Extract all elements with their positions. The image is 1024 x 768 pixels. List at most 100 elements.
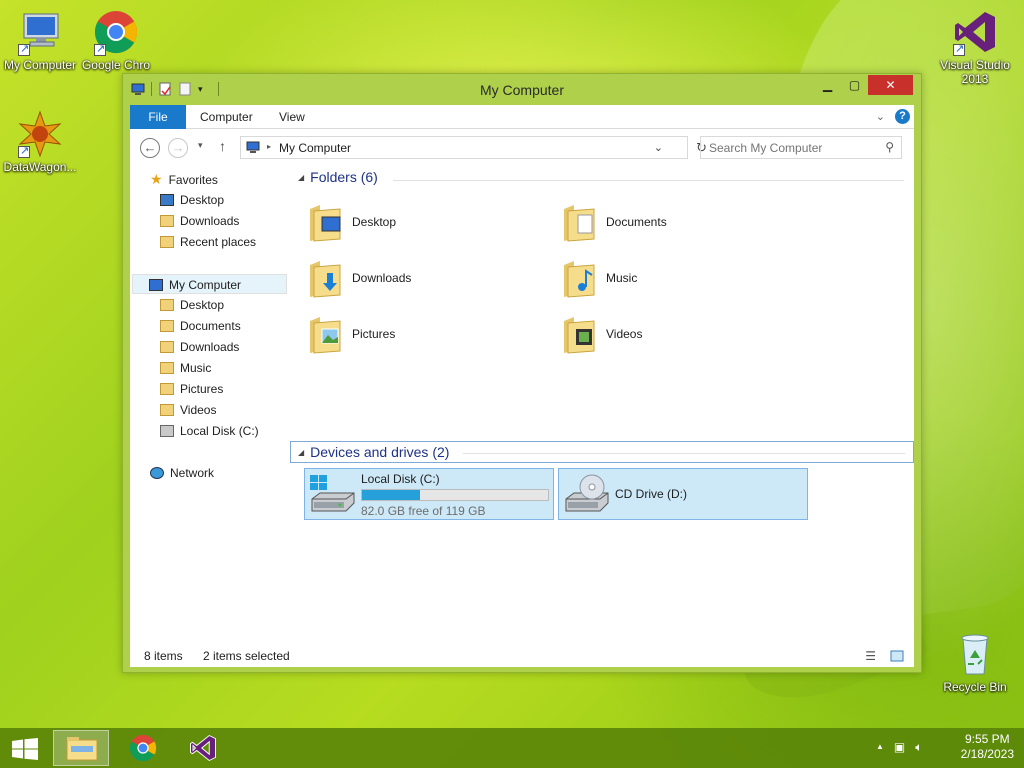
- nav-computer-local-disk[interactable]: Local Disk (C:): [160, 421, 259, 441]
- drive-free-space: 82.0 GB free of 119 GB: [361, 504, 486, 518]
- folder-tile-videos[interactable]: Videos: [554, 309, 804, 359]
- tab-file[interactable]: File: [130, 105, 186, 129]
- large-icons-view-icon[interactable]: [890, 650, 904, 665]
- nav-computer-videos[interactable]: Videos: [160, 400, 216, 420]
- visual-studio-icon: [951, 8, 999, 56]
- desktop-icon-label: DataWagon...: [3, 160, 77, 174]
- desktop-icon-label: Visual Studio 2013: [940, 58, 1010, 86]
- drive-tile-local-disk-c[interactable]: Local Disk (C:) 82.0 GB free of 119 GB: [304, 468, 554, 520]
- network-icon: [150, 467, 164, 479]
- computer-icon: [16, 8, 64, 56]
- drive-name: Local Disk (C:): [361, 472, 440, 486]
- computer-small-icon: [149, 279, 163, 291]
- taskbar-file-explorer[interactable]: [53, 730, 109, 766]
- content-area: ★ Favorites Desktop Downloads Recent plac…: [130, 167, 914, 645]
- desktop-icon-recycle-bin[interactable]: Recycle Bin: [935, 630, 1015, 694]
- nav-favorites-recent-places[interactable]: Recent places: [160, 232, 256, 252]
- music-folder-icon: [564, 261, 595, 298]
- maximize-button[interactable]: ▢: [841, 75, 868, 95]
- show-hidden-icons-chevron-icon[interactable]: ▲: [876, 740, 884, 755]
- start-button[interactable]: [0, 730, 50, 766]
- windows-drive-icon: [310, 475, 355, 512]
- visual-studio-icon: [190, 734, 216, 762]
- nav-computer-pictures[interactable]: Pictures: [160, 379, 223, 399]
- window-title: My Computer: [479, 82, 565, 98]
- folder-tile-documents[interactable]: Documents: [554, 197, 804, 247]
- address-text: My Computer: [279, 141, 352, 155]
- downloads-folder-icon: [310, 261, 341, 298]
- desktop-icon-label: Google Chro: [81, 58, 151, 72]
- desktop-small-icon: [160, 194, 174, 206]
- nav-favorites-desktop[interactable]: Desktop: [160, 190, 224, 210]
- folder-tile-downloads[interactable]: Downloads: [300, 253, 550, 303]
- volume-icon[interactable]: 🔈︎: [915, 740, 922, 755]
- window-controls: ▁ ▢ ✕: [814, 75, 913, 95]
- nav-computer-music[interactable]: Music: [160, 358, 211, 378]
- collapse-triangle-icon[interactable]: ◢: [298, 443, 304, 463]
- drive-tile-cd-drive-d[interactable]: CD Drive (D:): [558, 468, 808, 520]
- desktop-icon-google-chrome[interactable]: Google Chro: [76, 8, 156, 72]
- clock[interactable]: 9:55 PM 2/18/2023: [961, 732, 1014, 762]
- desktop-icon-label: My Computer: [3, 58, 77, 72]
- folder-tile-pictures[interactable]: Pictures: [300, 309, 550, 359]
- search-box[interactable]: ⚲: [700, 136, 902, 159]
- expand-ribbon-chevron-icon[interactable]: ⌄: [876, 110, 885, 123]
- details-view-icon[interactable]: ☰: [865, 649, 876, 663]
- nav-computer-downloads[interactable]: Downloads: [160, 337, 239, 357]
- folder-tile-music[interactable]: Music: [554, 253, 804, 303]
- downloads-small-icon: [160, 215, 174, 227]
- taskbar: ▲ ▣ 🔈︎ 9:55 PM 2/18/2023: [0, 728, 1024, 768]
- drive-usage-bar: [361, 489, 549, 501]
- taskbar-visual-studio[interactable]: [176, 730, 232, 766]
- desktop-icon-my-computer[interactable]: My Computer: [0, 8, 80, 72]
- pictures-folder-icon: [310, 317, 341, 354]
- nav-my-computer[interactable]: My Computer: [132, 274, 287, 294]
- title-bar[interactable]: ▾ My Computer ▁ ▢ ✕: [123, 74, 921, 104]
- drive-usage-fill: [362, 490, 420, 500]
- folders-group-header[interactable]: ◢ Folders (6): [298, 169, 912, 191]
- explorer-window[interactable]: ▾ My Computer ▁ ▢ ✕ File Computer View ⌄…: [122, 73, 922, 673]
- help-icon[interactable]: ?: [895, 109, 910, 124]
- desktop-icon-datawagon[interactable]: DataWagon...: [0, 110, 80, 174]
- breadcrumb-separator-icon[interactable]: ▸: [267, 142, 271, 151]
- tab-view[interactable]: View: [279, 105, 305, 129]
- minimize-button[interactable]: ▁: [814, 75, 841, 95]
- folder-tile-desktop[interactable]: Desktop: [300, 197, 550, 247]
- network-status-icon[interactable]: ▣: [894, 740, 905, 755]
- ribbon-tabs: File Computer View ⌄ ?: [130, 105, 914, 129]
- forward-button[interactable]: →: [168, 138, 188, 158]
- status-item-count: 8 items: [144, 649, 183, 663]
- nav-computer-desktop[interactable]: Desktop: [160, 295, 224, 315]
- desktop-icon-visual-studio[interactable]: Visual Studio 2013: [935, 8, 1015, 86]
- recycle-bin-icon: [951, 630, 999, 678]
- folder-small-icon: [160, 383, 174, 395]
- videos-folder-icon: [564, 317, 595, 354]
- close-button[interactable]: ✕: [868, 75, 913, 95]
- search-icon[interactable]: ⚲: [885, 140, 894, 154]
- taskbar-chrome[interactable]: [116, 730, 172, 766]
- nav-network[interactable]: Network: [150, 463, 214, 483]
- navigation-pane: ★ Favorites Desktop Downloads Recent plac…: [130, 167, 288, 645]
- chrome-icon: [92, 8, 140, 56]
- folder-small-icon: [160, 404, 174, 416]
- clock-date: 2/18/2023: [960, 747, 1014, 761]
- folder-small-icon: [160, 320, 174, 332]
- up-button[interactable]: ↑: [219, 138, 226, 154]
- star-icon: ★: [150, 171, 163, 187]
- drives-group-header[interactable]: ◢ Devices and drives (2): [290, 441, 914, 463]
- nav-favorites-downloads[interactable]: Downloads: [160, 211, 239, 231]
- address-bar[interactable]: ▸ My Computer ⌄ ↻: [240, 136, 707, 159]
- status-selected-count: 2 items selected: [203, 649, 290, 663]
- nav-computer-documents[interactable]: Documents: [160, 316, 241, 336]
- chrome-icon: [129, 734, 157, 762]
- nav-favorites[interactable]: ★ Favorites: [150, 169, 218, 189]
- address-dropdown-chevron-icon[interactable]: ⌄: [654, 141, 663, 154]
- folder-small-icon: [160, 299, 174, 311]
- status-bar: 8 items 2 items selected ☰: [130, 645, 914, 667]
- collapse-triangle-icon[interactable]: ◢: [298, 173, 304, 182]
- back-button[interactable]: ←: [140, 138, 160, 158]
- tab-computer[interactable]: Computer: [200, 105, 253, 129]
- datawagon-icon: [16, 110, 64, 158]
- search-input[interactable]: [709, 141, 869, 155]
- recent-locations-chevron-icon[interactable]: ▾: [198, 140, 203, 151]
